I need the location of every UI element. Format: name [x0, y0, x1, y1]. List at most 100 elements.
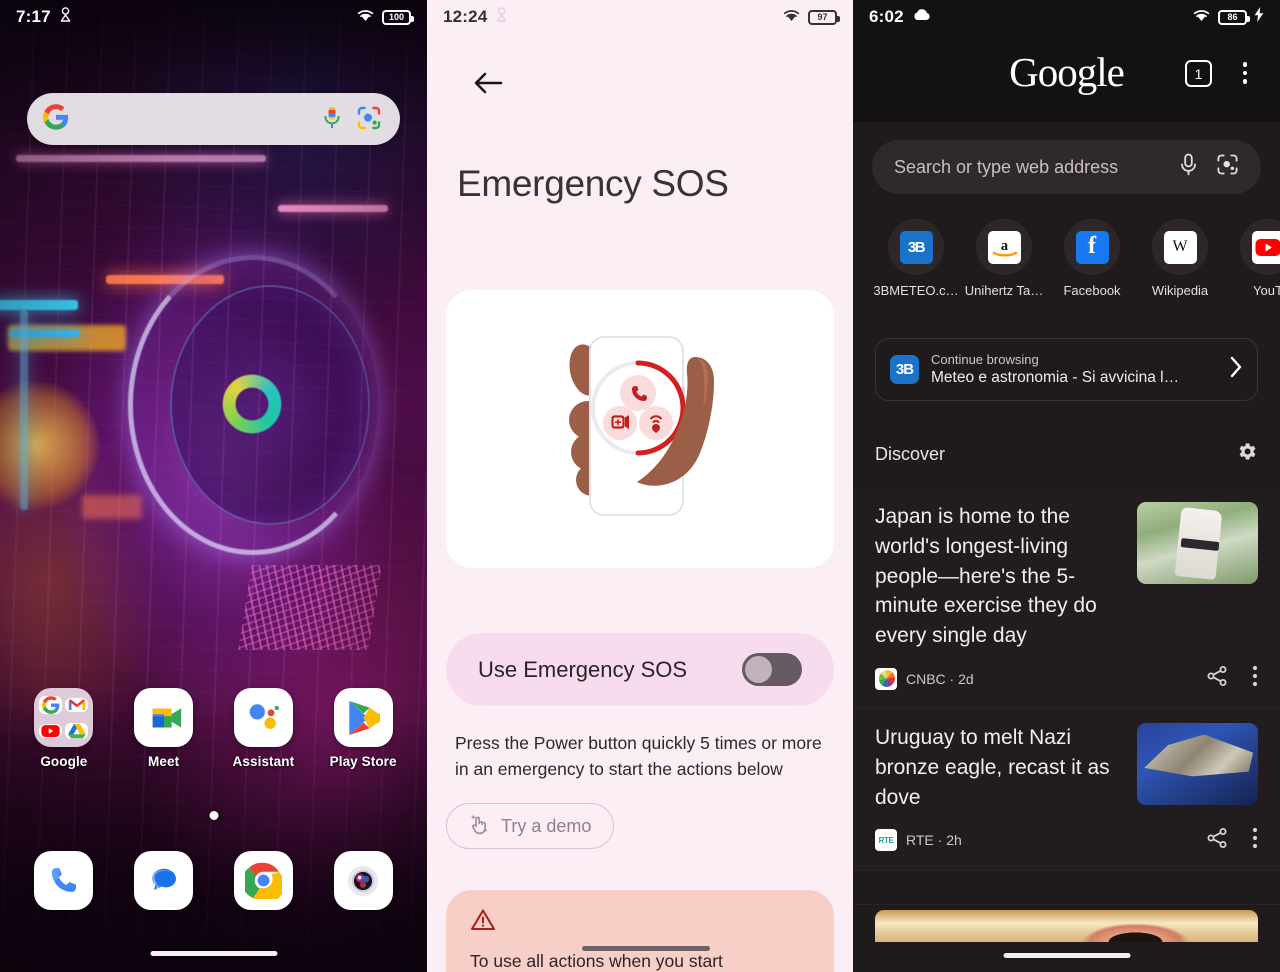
demo-button-label: Try a demo — [501, 815, 592, 836]
app-label: Meet — [148, 754, 180, 769]
article-source: CNBC · 2d — [906, 670, 974, 687]
use-emergency-sos-toggle[interactable] — [742, 653, 802, 686]
shortcut-label: Facebook — [1063, 283, 1121, 298]
share-icon[interactable] — [1206, 827, 1228, 853]
shortcut-amazon[interactable]: a Unihertz Ta… — [960, 219, 1048, 298]
dock-phone[interactable] — [22, 851, 106, 910]
home-navigation-bar[interactable] — [150, 951, 277, 956]
hand-holding-phone-sos-illustration — [446, 290, 834, 568]
charging-bolt-icon — [1254, 7, 1264, 27]
svg-text:a: a — [1000, 238, 1007, 254]
wifi-icon — [782, 8, 801, 27]
status-bar-home: 7:17 100 — [0, 0, 427, 34]
3bmeteo-icon: 3B — [890, 355, 919, 384]
discover-feed: Japan is home to the world's longest-liv… — [853, 488, 1280, 871]
tab-switcher-button[interactable]: 1 — [1185, 60, 1212, 87]
discover-header: Discover — [875, 440, 1258, 468]
google-meet-icon[interactable] — [134, 688, 194, 747]
shortcut-label: Unihertz Ta… — [964, 283, 1044, 298]
dock-messages[interactable] — [122, 851, 206, 910]
continue-browsing-title: Continue browsing — [931, 352, 1039, 367]
page-title: Emergency SOS — [457, 163, 729, 204]
chrome-new-tab-panel: 6:02 86 Google 1 Search or type web addr… — [853, 0, 1280, 972]
google-drive-icon — [65, 722, 89, 739]
phone-icon[interactable] — [34, 851, 94, 910]
article-source: RTE · 2h — [906, 832, 962, 848]
sos-navigation-bar[interactable] — [582, 946, 710, 951]
facebook-icon: f — [1075, 230, 1109, 264]
feed-article-card[interactable]: Japan is home to the world's longest-liv… — [853, 488, 1280, 710]
toggle-knob — [745, 656, 772, 683]
article-meta: CNBC · 2d — [875, 665, 1258, 692]
continue-browsing-card[interactable]: 3B Continue browsing Meteo e astronomia … — [875, 338, 1258, 401]
back-arrow-icon[interactable] — [467, 62, 509, 104]
google-wordmark: Google — [1009, 49, 1125, 95]
article-headline: Japan is home to the world's longest-liv… — [875, 505, 1097, 648]
feed-article-card[interactable]: Uruguay to melt Nazi bronze eagle, recas… — [853, 709, 1280, 871]
article-meta: RTE RTE · 2h — [875, 827, 1258, 854]
discover-label: Discover — [875, 443, 946, 464]
youtube-icon — [39, 723, 63, 738]
dock-chrome[interactable] — [221, 851, 305, 910]
youtube-icon — [1251, 230, 1280, 264]
app-label: Assistant — [232, 754, 295, 769]
use-emergency-sos-row[interactable]: Use Emergency SOS — [446, 633, 834, 706]
page-indicator-dot[interactable] — [209, 811, 218, 820]
wifi-icon — [356, 8, 375, 27]
app-assistant[interactable]: Assistant — [221, 688, 305, 769]
status-bar-chrome: 6:02 86 — [853, 0, 1280, 34]
google-assistant-icon[interactable] — [233, 688, 293, 747]
cnbc-logo-icon — [875, 667, 897, 690]
amazon-icon: a — [987, 230, 1021, 264]
camera-icon[interactable] — [333, 851, 393, 910]
google-folder-icon[interactable] — [34, 688, 94, 747]
messages-icon[interactable] — [134, 851, 194, 910]
chrome-icon[interactable] — [233, 851, 293, 910]
kebab-menu-icon[interactable] — [1232, 58, 1258, 88]
shortcut-wikipedia[interactable]: W Wikipedia — [1136, 219, 1224, 298]
shortcut-facebook[interactable]: f Facebook — [1048, 219, 1136, 298]
gear-icon[interactable] — [1235, 440, 1258, 468]
microphone-icon[interactable] — [320, 105, 348, 133]
emergency-sos-panel: 12:24 97 Emergency SOS Use Emergency SOS… — [427, 0, 853, 972]
chrome-navigation-bar[interactable] — [1003, 953, 1130, 958]
google-play-store-icon[interactable] — [333, 688, 393, 747]
google-search-widget[interactable] — [27, 93, 400, 145]
shortcut-label: 3BMETEO.c… — [873, 283, 959, 298]
shortcut-tiles: 3B 3BMETEO.c… a Unihertz Ta… f Facebook … — [872, 219, 1280, 298]
chevron-right-icon — [1229, 356, 1243, 384]
status-time: 6:02 — [869, 7, 904, 26]
app-play-store[interactable]: Play Store — [321, 688, 405, 769]
battery-indicator: 100 — [382, 9, 414, 25]
toggle-label: Use Emergency SOS — [478, 656, 688, 682]
try-a-demo-button[interactable]: Try a demo — [446, 803, 615, 849]
wallpaper — [0, 0, 427, 972]
next-article-thumbnail-partial[interactable] — [875, 910, 1258, 942]
shortcut-youtube[interactable]: YouT — [1224, 219, 1280, 298]
omnibox-search-input[interactable]: Search or type web address — [872, 140, 1261, 194]
kebab-menu-icon[interactable] — [1252, 827, 1258, 854]
app-meet[interactable]: Meet — [122, 688, 206, 769]
shortcut-3bmeteo[interactable]: 3B 3BMETEO.c… — [872, 219, 960, 298]
article-thumbnail — [1137, 502, 1258, 584]
battery-indicator: 86 — [1218, 9, 1250, 25]
share-icon[interactable] — [1206, 666, 1228, 691]
warning-triangle-icon — [470, 909, 496, 936]
dnd-icon — [59, 7, 72, 27]
app-label: Google — [40, 754, 88, 769]
dnd-icon — [495, 7, 508, 27]
microphone-icon[interactable] — [1179, 153, 1198, 181]
cloud-icon — [912, 8, 931, 26]
three-phone-screenshots: 7:17 100 Google Meet Assistant Play Stor… — [0, 0, 1280, 972]
google-lens-icon[interactable] — [356, 105, 384, 133]
dock-camera[interactable] — [321, 851, 405, 910]
tap-gesture-icon — [469, 812, 491, 841]
home-screen-panel: 7:17 100 Google Meet Assistant Play Stor… — [0, 0, 427, 972]
status-bar-sos: 12:24 97 — [427, 0, 853, 34]
kebab-menu-icon[interactable] — [1252, 665, 1258, 692]
shortcut-label: Wikipedia — [1151, 283, 1209, 298]
home-app-row: Google Meet Assistant Play Store — [0, 688, 427, 769]
feed-divider — [853, 904, 1280, 905]
google-lens-icon[interactable] — [1216, 153, 1239, 181]
app-google-folder[interactable]: Google — [22, 688, 106, 769]
